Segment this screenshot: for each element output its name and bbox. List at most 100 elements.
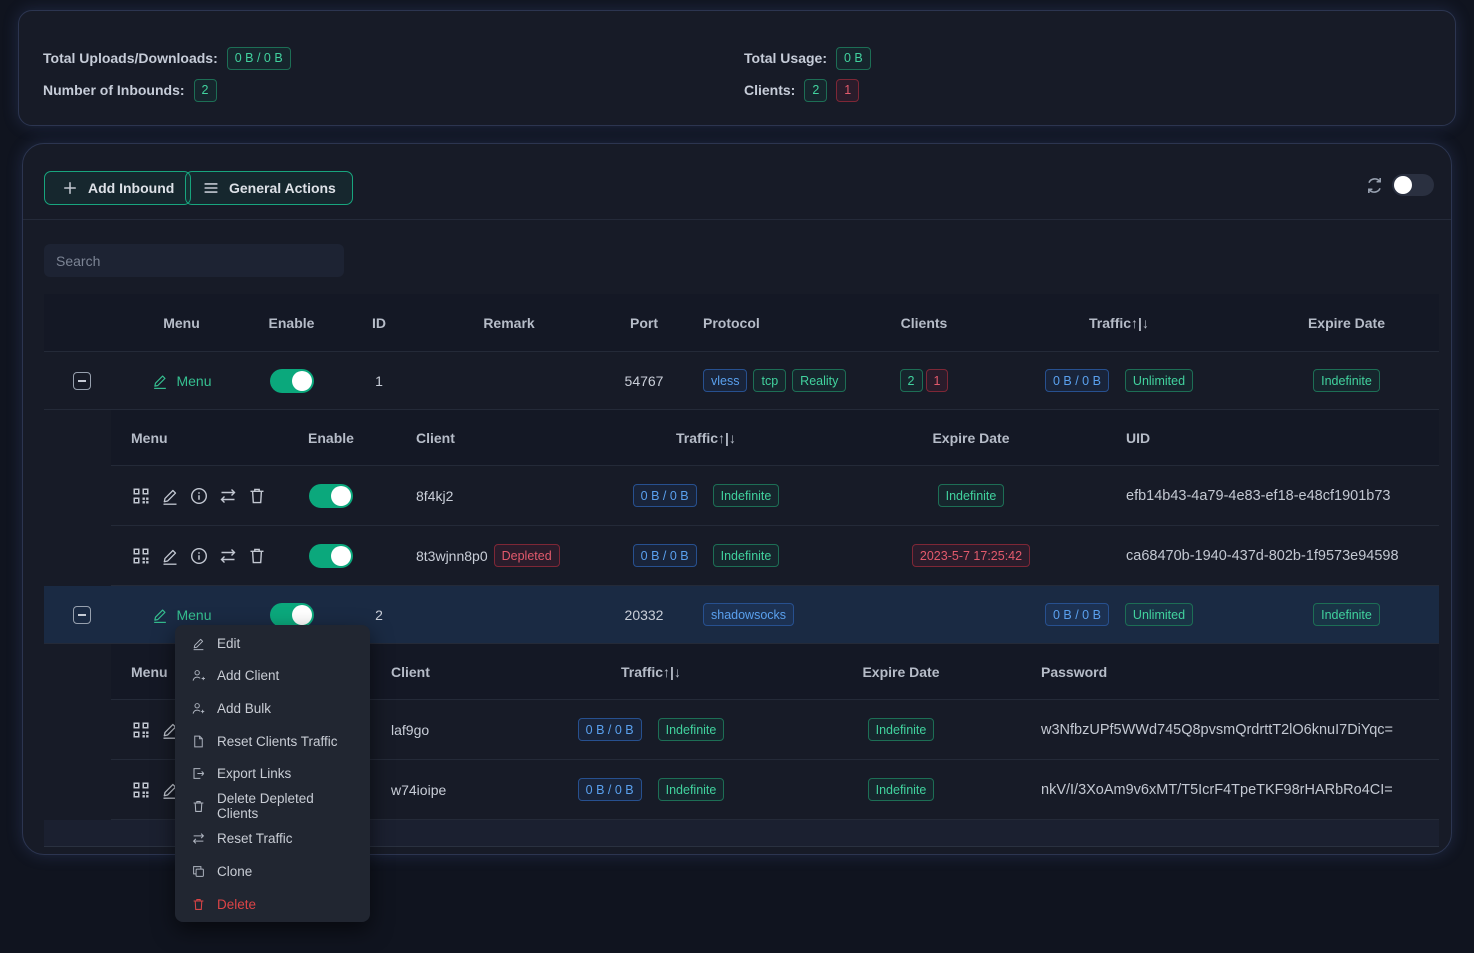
menu-item-export-links[interactable]: Export Links bbox=[175, 757, 370, 790]
reset-traffic-icon[interactable] bbox=[218, 486, 238, 506]
stat-value-badge: 2 bbox=[194, 79, 217, 102]
header-enable: Enable bbox=[244, 315, 339, 331]
stat-label: Total Uploads/Downloads: bbox=[43, 50, 218, 66]
refresh-icon[interactable] bbox=[1364, 175, 1385, 196]
traffic-badge: 0 B / 0 B bbox=[1045, 603, 1109, 626]
inbound-protocols: vless tcp Reality bbox=[689, 369, 864, 392]
add-inbound-button[interactable]: Add Inbound bbox=[44, 171, 191, 205]
stat-total-usage: Total Usage: 0 B bbox=[744, 47, 871, 69]
header-expire-date: Expire Date bbox=[831, 430, 1111, 446]
header-remark: Remark bbox=[419, 315, 599, 331]
inbound-traffic: 0 B / 0 B Unlimited bbox=[984, 603, 1254, 626]
traffic-limit-badge: Indefinite bbox=[658, 778, 725, 801]
info-icon[interactable] bbox=[189, 546, 209, 566]
row-menu-button[interactable]: Menu bbox=[151, 372, 211, 390]
header-menu: Menu bbox=[111, 430, 276, 446]
menu-item-add-client[interactable]: Add Client bbox=[175, 660, 370, 693]
info-icon[interactable] bbox=[189, 486, 209, 506]
client-password: nkV/I/3XoAm9v6xMT/T5IcrF4TpeTKF98rHARbRo… bbox=[1031, 782, 1439, 798]
user-bulk-icon bbox=[191, 701, 206, 716]
client-actions bbox=[111, 546, 276, 566]
client-name: 8t3wjnn8p0 bbox=[416, 548, 488, 564]
traffic-badge: 0 B / 0 B bbox=[633, 484, 697, 507]
stat-value-badge: 0 B / 0 B bbox=[227, 47, 291, 70]
qr-code-icon[interactable] bbox=[131, 720, 151, 740]
qr-code-icon[interactable] bbox=[131, 486, 151, 506]
collapse-row-button[interactable] bbox=[73, 606, 91, 624]
header-clients: Clients bbox=[864, 315, 984, 331]
traffic-badge: 0 B / 0 B bbox=[578, 778, 642, 801]
traffic-limit-badge: Indefinite bbox=[658, 718, 725, 741]
header-traffic-sort[interactable]: Traffic↑|↓ bbox=[581, 430, 831, 446]
clients-table-header: Menu Enable Client Traffic↑|↓ Expire Dat… bbox=[111, 410, 1439, 466]
header-protocol: Protocol bbox=[689, 315, 864, 331]
plus-icon bbox=[61, 179, 79, 197]
stat-value-badge: 0 B bbox=[836, 47, 871, 70]
collapse-row-button[interactable] bbox=[73, 372, 91, 390]
delete-icon[interactable] bbox=[247, 546, 267, 566]
client-uid: efb14b43-4a79-4e83-ef18-e48cf1901b73 bbox=[1111, 488, 1439, 504]
expire-badge: Indefinite bbox=[868, 778, 935, 801]
header-traffic-sort[interactable]: Traffic↑|↓ bbox=[984, 315, 1254, 331]
general-actions-button[interactable]: General Actions bbox=[185, 171, 353, 205]
traffic-badge: 0 B / 0 B bbox=[633, 544, 697, 567]
auto-refresh-toggle[interactable] bbox=[1392, 174, 1434, 196]
protocol-badge: shadowsocks bbox=[703, 603, 794, 626]
menu-item-edit[interactable]: Edit bbox=[175, 627, 370, 660]
enable-toggle[interactable] bbox=[309, 544, 353, 568]
clients-depleted-badge: 1 bbox=[926, 369, 949, 392]
header-uid: UID bbox=[1111, 430, 1439, 446]
row-menu-button[interactable]: Menu bbox=[151, 606, 211, 624]
menu-item-clone[interactable]: Clone bbox=[175, 855, 370, 888]
header-traffic-sort[interactable]: Traffic↑|↓ bbox=[531, 664, 771, 680]
menu-item-delete[interactable]: Delete bbox=[175, 888, 370, 921]
expire-badge: 2023-5-7 17:25:42 bbox=[912, 544, 1030, 567]
delete-icon[interactable] bbox=[247, 486, 267, 506]
copy-icon bbox=[191, 864, 206, 879]
client-traffic: 0 B / 0 B Indefinite bbox=[531, 778, 771, 801]
client-row: 8t3wjnn8p0 Depleted 0 B / 0 B Indefinite… bbox=[111, 526, 1439, 586]
edit-icon[interactable] bbox=[160, 486, 180, 506]
enable-toggle[interactable] bbox=[309, 484, 353, 508]
menu-item-delete-depleted-clients[interactable]: Delete Depleted Clients bbox=[175, 790, 370, 823]
user-add-icon bbox=[191, 668, 206, 683]
row-menu-label: Menu bbox=[176, 607, 211, 623]
client-name: laf9go bbox=[386, 722, 531, 738]
menu-item-add-bulk[interactable]: Add Bulk bbox=[175, 692, 370, 725]
search-input[interactable] bbox=[44, 244, 344, 277]
menu-item-label: Clone bbox=[217, 864, 252, 879]
menu-item-reset-clients-traffic[interactable]: Reset Clients Traffic bbox=[175, 725, 370, 758]
menu-item-label: Reset Traffic bbox=[217, 831, 293, 846]
stat-total-uploads-downloads: Total Uploads/Downloads: 0 B / 0 B bbox=[43, 47, 291, 69]
qr-code-icon[interactable] bbox=[131, 546, 151, 566]
header-client: Client bbox=[386, 664, 531, 680]
toolbar-divider bbox=[23, 219, 1451, 220]
qr-code-icon[interactable] bbox=[131, 780, 151, 800]
inbound-id: 2 bbox=[339, 607, 419, 623]
inbound-clients: 2 1 bbox=[864, 369, 984, 392]
header-client: Client bbox=[386, 430, 581, 446]
menu-item-reset-traffic[interactable]: Reset Traffic bbox=[175, 823, 370, 856]
inbound-id: 1 bbox=[339, 373, 419, 389]
menu-item-label: Edit bbox=[217, 636, 240, 651]
enable-toggle[interactable] bbox=[270, 603, 314, 627]
header-menu: Menu bbox=[119, 315, 244, 331]
client-row: 8f4kj2 0 B / 0 B Indefinite Indefinite e… bbox=[111, 466, 1439, 526]
edit-icon bbox=[191, 636, 206, 651]
expire-badge: Indefinite bbox=[938, 484, 1005, 507]
client-name: 8f4kj2 bbox=[386, 488, 581, 504]
client-name-cell: 8t3wjnn8p0 Depleted bbox=[386, 544, 581, 567]
enable-toggle[interactable] bbox=[270, 369, 314, 393]
inbound-protocols: shadowsocks bbox=[689, 603, 864, 626]
header-port: Port bbox=[599, 315, 689, 331]
inbound-traffic: 0 B / 0 B Unlimited bbox=[984, 369, 1254, 392]
header-enable: Enable bbox=[276, 430, 386, 446]
sync-icon bbox=[191, 831, 206, 846]
reset-traffic-icon[interactable] bbox=[218, 546, 238, 566]
menu-item-label: Delete bbox=[217, 897, 256, 912]
general-actions-label: General Actions bbox=[229, 180, 336, 196]
edit-icon[interactable] bbox=[160, 546, 180, 566]
inbound-port: 54767 bbox=[599, 373, 689, 389]
traffic-badge: 0 B / 0 B bbox=[578, 718, 642, 741]
traffic-limit-badge: Unlimited bbox=[1125, 369, 1193, 392]
